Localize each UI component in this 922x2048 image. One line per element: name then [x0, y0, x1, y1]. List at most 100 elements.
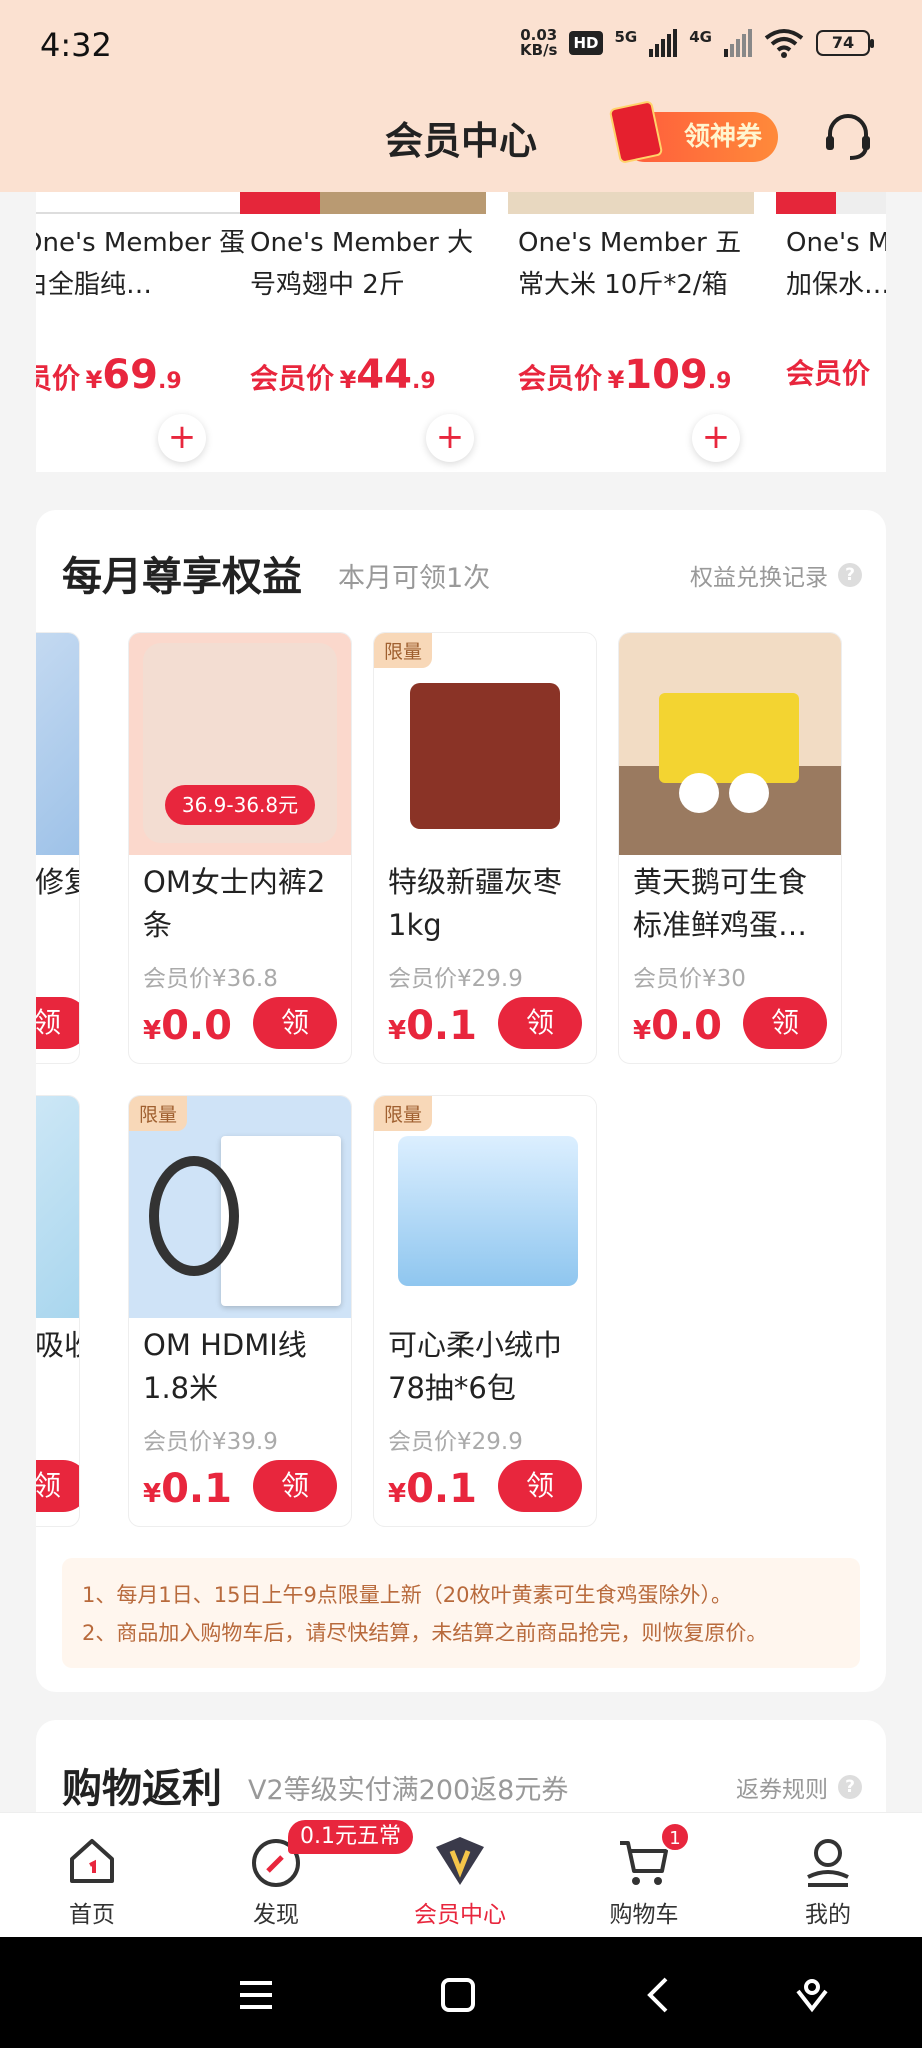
monthly-benefits-card: 每月尊享权益 本月可领1次 权益兑换记录 ? 修复 领 36.9-36.8元 O… [36, 510, 886, 1692]
add-to-cart-button[interactable]: + [426, 414, 474, 462]
benefit-item[interactable]: 36.9-36.8元 OM女士内裤2条 会员价¥36.8 ¥0.0 领 [128, 632, 352, 1064]
bottom-tab-bar: 首页 发现 会员中心 购物车 我的 [0, 1812, 922, 1937]
help-icon: ? [838, 1775, 862, 1799]
product-price: 会员价 ¥44.9 [250, 352, 436, 398]
product-image [36, 633, 79, 855]
promo-badge: 36.9-36.8元 [165, 785, 315, 825]
section-title: 购物返利 [62, 1766, 222, 1812]
add-to-cart-button[interactable]: + [158, 414, 206, 462]
cashback-card: 购物返利 V2等级实付满200返8元券 返券规则 ? [36, 1720, 886, 1820]
exchange-record-label: 权益兑换记录 [690, 565, 828, 591]
hd-icon: HD [569, 31, 603, 55]
status-time: 4:32 [40, 26, 112, 64]
product-image [36, 192, 258, 214]
signal-icon [649, 29, 678, 57]
profile-icon [807, 1839, 849, 1887]
member-price: 会员价¥29.9 [388, 1429, 523, 1455]
exclusive-price: ¥0.1 [388, 1003, 477, 1049]
exclusive-price: ¥0.1 [143, 1466, 232, 1512]
help-icon: ? [838, 563, 862, 587]
product-name: One's Member 大号鸡翅中 2斤 [250, 228, 474, 300]
home-square-icon[interactable] [438, 1975, 478, 2015]
member-price: 会员价¥36.8 [143, 966, 278, 992]
product-image [36, 1096, 79, 1318]
product-name: One's Member 五常大米 10斤*2/箱 [518, 228, 742, 300]
benefit-name: 修复 [36, 865, 79, 899]
product-card[interactable]: One's Member 蛋白全脂纯… 会员价 ¥69.9 [36, 192, 258, 472]
benefit-item[interactable]: 限量 OM HDMI线1.8米 会员价¥39.9 ¥0.1 领 [128, 1095, 352, 1527]
product-price: 会员价 ¥69.9 [36, 352, 182, 398]
limited-tag: 限量 [374, 1096, 433, 1131]
benefit-item[interactable]: 限量 可心柔小绒巾78抽*6包 会员价¥29.9 ¥0.1 领 [373, 1095, 597, 1527]
product-card[interactable]: One's Member 添加保水… 会员价 [776, 192, 886, 472]
page-title: 会员中心 [384, 119, 537, 163]
benefit-name: OM女士内裤2条 [143, 865, 326, 942]
rule-line: 1、每月1日、15日上午9点限量上新（20枚叶黄素可生食鸡蛋除外）。 [82, 1583, 733, 1607]
exchange-record-link[interactable]: 权益兑换记录 ? [690, 558, 862, 592]
vip-icon [436, 1837, 484, 1885]
status-icons: 0.03 KB/s HD 5G 4G 74 [520, 26, 874, 59]
discover-badge: 0.1元五常 [288, 1820, 413, 1854]
claim-button[interactable]: 领 [36, 1460, 79, 1512]
tab-cart[interactable]: 购物车 [552, 1813, 736, 1938]
rules-notes: 1、每月1日、15日上午9点限量上新（20枚叶黄素可生食鸡蛋除外）。 2、商品加… [62, 1558, 860, 1668]
network-4g-label: 4G [689, 28, 712, 46]
product-image: 36.9-36.8元 [129, 633, 351, 855]
status-bar: 4:32 0.03 KB/s HD 5G 4G 74 [0, 0, 922, 90]
add-to-cart-button[interactable]: + [692, 414, 740, 462]
limited-tag: 限量 [374, 633, 433, 668]
benefit-name: 可心柔小绒巾78抽*6包 [388, 1328, 563, 1405]
tab-home[interactable]: 首页 [0, 1813, 184, 1938]
claim-button[interactable]: 领 [253, 997, 337, 1049]
benefit-name: 黄天鹅可生食标准鲜鸡蛋… [633, 865, 808, 942]
product-price: 会员价 ¥109.9 [518, 352, 732, 398]
get-coupon-label: 领神券 [683, 122, 762, 152]
rule-line: 2、商品加入购物车后，请尽快结算，未结算之前商品抢完，则恢复原价。 [82, 1621, 768, 1645]
product-image [240, 192, 486, 214]
member-price: 会员价¥30 [633, 966, 746, 992]
member-product-strip: One's Member 蛋白全脂纯… 会员价 ¥69.9 + One's Me… [36, 192, 886, 472]
assistant-icon[interactable] [792, 1975, 832, 2015]
claim-button[interactable]: 领 [743, 997, 827, 1049]
top-bar: 4:32 0.03 KB/s HD 5G 4G 74 会员中心 领神券 [0, 0, 922, 192]
get-coupon-button[interactable]: 领神券 [608, 100, 778, 164]
cart-count-badge: 1 [660, 1822, 690, 1852]
claim-button[interactable]: 领 [498, 997, 582, 1049]
benefit-name: OM HDMI线1.8米 [143, 1328, 307, 1405]
headset-icon[interactable] [820, 108, 876, 164]
claim-button[interactable]: 领 [36, 997, 79, 1049]
claim-button[interactable]: 领 [253, 1460, 337, 1512]
product-image [619, 633, 841, 855]
cashback-rule-link[interactable]: 返券规则 ? [736, 1770, 862, 1804]
signal-icon-2 [724, 29, 752, 57]
product-name: One's Member 添加保水… [786, 228, 886, 300]
tab-profile[interactable]: 我的 [736, 1813, 920, 1938]
battery-icon: 74 [816, 30, 874, 56]
cashback-rule-label: 返券规则 [736, 1777, 828, 1803]
wifi-icon [764, 29, 804, 58]
benefit-item[interactable]: 限量 特级新疆灰枣1kg 会员价¥29.9 ¥0.1 领 [373, 632, 597, 1064]
exclusive-price: ¥0.0 [633, 1003, 722, 1049]
claim-button[interactable]: 领 [498, 1460, 582, 1512]
net-speed: 0.03 KB/s [520, 26, 558, 59]
exclusive-price: ¥0.0 [143, 1003, 232, 1049]
benefit-name: 吸收 [36, 1328, 79, 1362]
product-image [508, 192, 754, 214]
benefit-item[interactable]: 修复 领 [36, 632, 80, 1064]
section-title: 每月尊享权益 [62, 554, 302, 600]
product-price: 会员价 [786, 357, 871, 390]
network-5g-label: 5G [614, 28, 638, 46]
menu-icon[interactable] [236, 1975, 276, 2015]
member-price: 会员价¥29.9 [388, 966, 523, 992]
product-name: One's Member 蛋白全脂纯… [36, 228, 246, 300]
benefit-item[interactable]: 吸收 领 [36, 1095, 80, 1527]
benefit-item[interactable]: 黄天鹅可生食标准鲜鸡蛋… 会员价¥30 ¥0.0 领 [618, 632, 842, 1064]
back-icon[interactable] [640, 1975, 680, 2015]
limited-tag: 限量 [129, 1096, 188, 1131]
section-subtitle: 本月可领1次 [338, 563, 491, 594]
member-price: 会员价¥39.9 [143, 1429, 278, 1455]
home-icon [70, 1839, 114, 1883]
product-image [776, 192, 886, 214]
benefit-name: 特级新疆灰枣1kg [388, 865, 563, 942]
system-nav-bar [0, 1937, 922, 2048]
